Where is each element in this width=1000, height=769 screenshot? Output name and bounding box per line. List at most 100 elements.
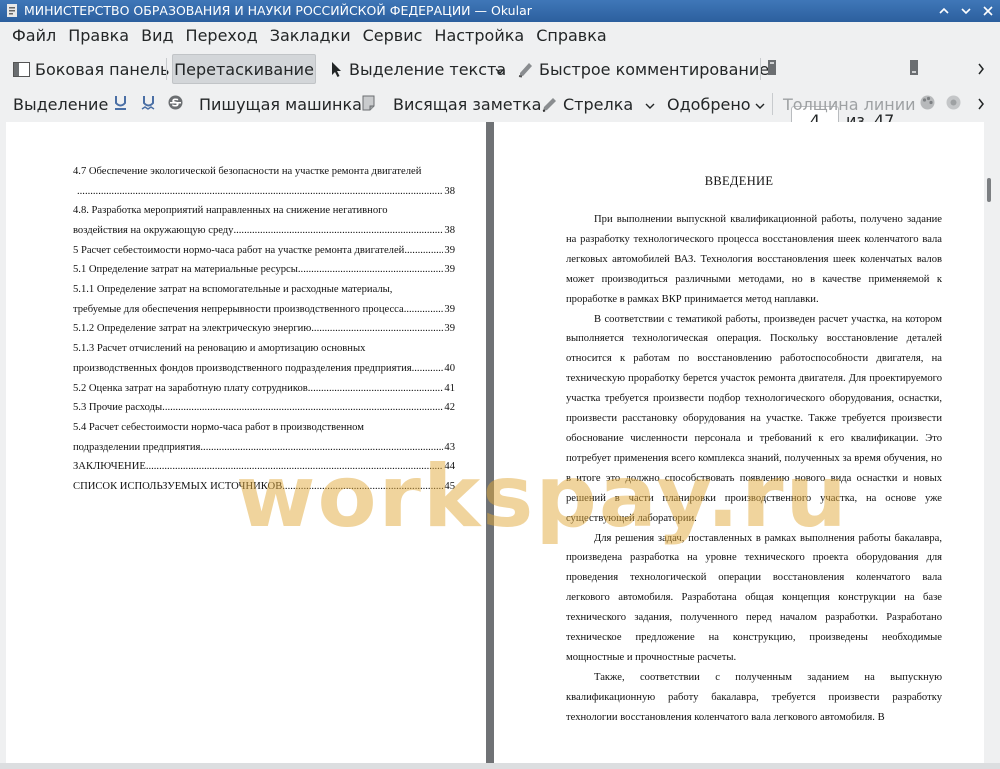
squiggle-button[interactable]	[138, 89, 159, 119]
quick-comment-button[interactable]: Быстрое комментирование	[512, 54, 774, 84]
window-title: МИНИСТЕРСТВО ОБРАЗОВАНИЯ И НАУКИ РОССИЙС…	[24, 3, 532, 18]
color-button[interactable]	[916, 89, 939, 119]
toc-page-number: 41	[444, 382, 455, 394]
toc-entry[interactable]: 5.4 Расчет себестоимости нормо-часа рабо…	[73, 418, 455, 438]
paragraph: При выполнении выпускной квалификационно…	[566, 214, 942, 305]
toc-page-number: 39	[444, 323, 455, 335]
pop-up-note-button[interactable]: Висящая заметка	[388, 89, 546, 119]
toc-entry[interactable]: требуемые для обеспечения непрерывности …	[73, 300, 455, 320]
maximize-button[interactable]	[958, 3, 974, 19]
arrow-dropdown[interactable]	[642, 89, 658, 119]
toc-entry-title: 5.1.1 Определение затрат на вспомогатель…	[73, 284, 393, 296]
toc-page-number: 42	[444, 402, 455, 414]
scrollbar-thumb[interactable]	[987, 178, 991, 202]
sidebar-icon	[13, 61, 30, 78]
stamp-dropdown[interactable]	[752, 89, 768, 119]
toolbar-overflow-button[interactable]	[974, 54, 988, 84]
toc-entry-title: производственных фондов производственног…	[73, 362, 412, 374]
menu-edit[interactable]: Правка	[62, 22, 135, 50]
selection-label: Выделение	[13, 94, 109, 114]
toc-entry-title: СПИСОК ИСПОЛЬЗУЕМЫХ ИСТОЧНИКОВ	[73, 480, 283, 492]
chevron-right-icon	[977, 95, 985, 114]
stamp-tool-button[interactable]: Одобрено	[662, 89, 756, 119]
minimize-button[interactable]	[936, 3, 952, 19]
minimize-icon	[939, 7, 949, 14]
highlighter-icon	[517, 61, 534, 78]
toc-leader-dots	[412, 359, 444, 379]
pop-up-note-label: Висящая заметка	[393, 94, 542, 114]
menu-bookmarks[interactable]: Закладки	[264, 22, 357, 50]
toc-leader-dots	[233, 221, 443, 241]
toc-entry[interactable]: 4.8. Разработка мероприятий направленных…	[73, 201, 455, 221]
chevron-down-icon	[755, 95, 765, 114]
menu-tools[interactable]: Сервис	[357, 22, 429, 50]
toc-entry[interactable]: 5.1 Определение затрат на материальные р…	[73, 260, 455, 280]
toc-entry-title: 5.4 Расчет себестоимости нормо-часа рабо…	[73, 421, 364, 433]
toc-entry[interactable]: 5.1.1 Определение затрат на вспомогатель…	[73, 280, 455, 300]
toc-entry[interactable]: 5.1.2 Определение затрат на электрическу…	[73, 320, 455, 340]
page-next-icon	[909, 59, 919, 80]
toc-leader-dots	[404, 300, 444, 320]
note-icon	[361, 94, 376, 115]
toc-entry[interactable]: 5.1.3 Расчет отчислений на реновацию и а…	[73, 339, 455, 359]
toc-entry[interactable]: СПИСОК ИСПОЛЬЗУЕМЫХ ИСТОЧНИКОВ 45	[73, 477, 455, 497]
horizontal-scrollbar[interactable]	[0, 763, 1000, 769]
strikeout-button[interactable]: S	[164, 89, 187, 119]
opacity-icon	[945, 94, 962, 115]
toc-leader-dots	[298, 260, 444, 280]
chevron-down-icon	[495, 60, 505, 79]
toc-entry[interactable]: подразделении предприятия 43	[73, 438, 455, 458]
toc-leader-dots	[162, 398, 443, 418]
sidebar-toggle-button[interactable]: Боковая панель	[8, 54, 174, 84]
paragraph: В соответствии с тематикой работы, произ…	[566, 313, 942, 524]
toc-entry[interactable]: ЗАКЛЮЧЕНИЕ 44	[73, 457, 455, 477]
toc-entry[interactable]: 38	[73, 182, 455, 202]
text-select-button[interactable]: Выделение текста	[322, 54, 511, 84]
pencil-icon	[541, 96, 558, 113]
main-toolbar: Боковая панель Перетаскивание Выделение …	[0, 52, 1000, 135]
menu-settings[interactable]: Настройка	[428, 22, 530, 50]
okular-app-icon	[7, 4, 17, 17]
note-tool-icon-button[interactable]	[358, 89, 379, 119]
toc-entry-title: ЗАКЛЮЧЕНИЕ	[73, 461, 146, 473]
toc-leader-dots	[311, 320, 443, 340]
toc-entry[interactable]: 5.2 Оценка затрат на заработную плату со…	[73, 379, 455, 399]
drag-mode-label: Перетаскивание	[174, 59, 314, 79]
toc-entry-title: 5.1.3 Расчет отчислений на реновацию и а…	[73, 343, 366, 355]
text-select-label: Выделение текста	[349, 59, 507, 79]
annotation-toolbar: Выделение S Пишущая машинка Висящая заме…	[0, 87, 1000, 121]
page-prev-icon	[767, 59, 777, 80]
menu-view[interactable]: Вид	[135, 22, 179, 50]
document-viewport[interactable]: 4.7 Обеспечение экологической безопаснос…	[6, 122, 984, 763]
menu-file[interactable]: Файл	[6, 22, 62, 50]
document-page-left: 4.7 Обеспечение экологической безопаснос…	[6, 122, 486, 763]
toc-entry-title: 5.3 Прочие расходы	[73, 402, 163, 414]
line-width-button[interactable]: Толщина линии	[778, 89, 921, 119]
vertical-scrollbar[interactable]	[984, 122, 1000, 763]
toc-entry-title: 4.8. Разработка мероприятий направленных…	[73, 205, 388, 217]
toc-entry-title: 5.1.2 Определение затрат на электрическу…	[73, 323, 312, 335]
toolbar2-overflow-button[interactable]	[974, 89, 988, 119]
title-bar: МИНИСТЕРСТВО ОБРАЗОВАНИЯ И НАУКИ РОССИЙС…	[0, 0, 1000, 22]
toc-page-number: 43	[444, 441, 455, 453]
text-select-dropdown[interactable]	[492, 54, 508, 84]
toc-page-number: 38	[444, 225, 455, 237]
toc-leader-dots	[77, 182, 443, 202]
menu-help[interactable]: Справка	[530, 22, 613, 50]
toc-entry[interactable]: 5.3 Прочие расходы 42	[73, 398, 455, 418]
selection-tool-button[interactable]: Выделение	[8, 89, 113, 119]
sidebar-label: Боковая панель	[35, 59, 170, 79]
close-button[interactable]	[980, 3, 996, 19]
underline-button[interactable]	[110, 89, 131, 119]
toc-entry[interactable]: 4.7 Обеспечение экологической безопаснос…	[73, 162, 455, 182]
toc-entry[interactable]: воздействия на окружающую среду 38	[73, 221, 455, 241]
drag-mode-button[interactable]: Перетаскивание	[172, 54, 316, 84]
previous-page-button[interactable]	[764, 54, 780, 84]
menu-go[interactable]: Переход	[180, 22, 264, 50]
next-page-button[interactable]	[906, 54, 922, 84]
opacity-button[interactable]	[942, 89, 965, 119]
toc-entry[interactable]: 5 Расчет себестоимости нормо-часа работ …	[73, 241, 455, 261]
typewriter-button[interactable]: Пишущая машинка	[194, 89, 367, 119]
arrow-tool-button[interactable]: Стрелка	[536, 89, 638, 119]
toc-entry[interactable]: производственных фондов производственног…	[73, 359, 455, 379]
